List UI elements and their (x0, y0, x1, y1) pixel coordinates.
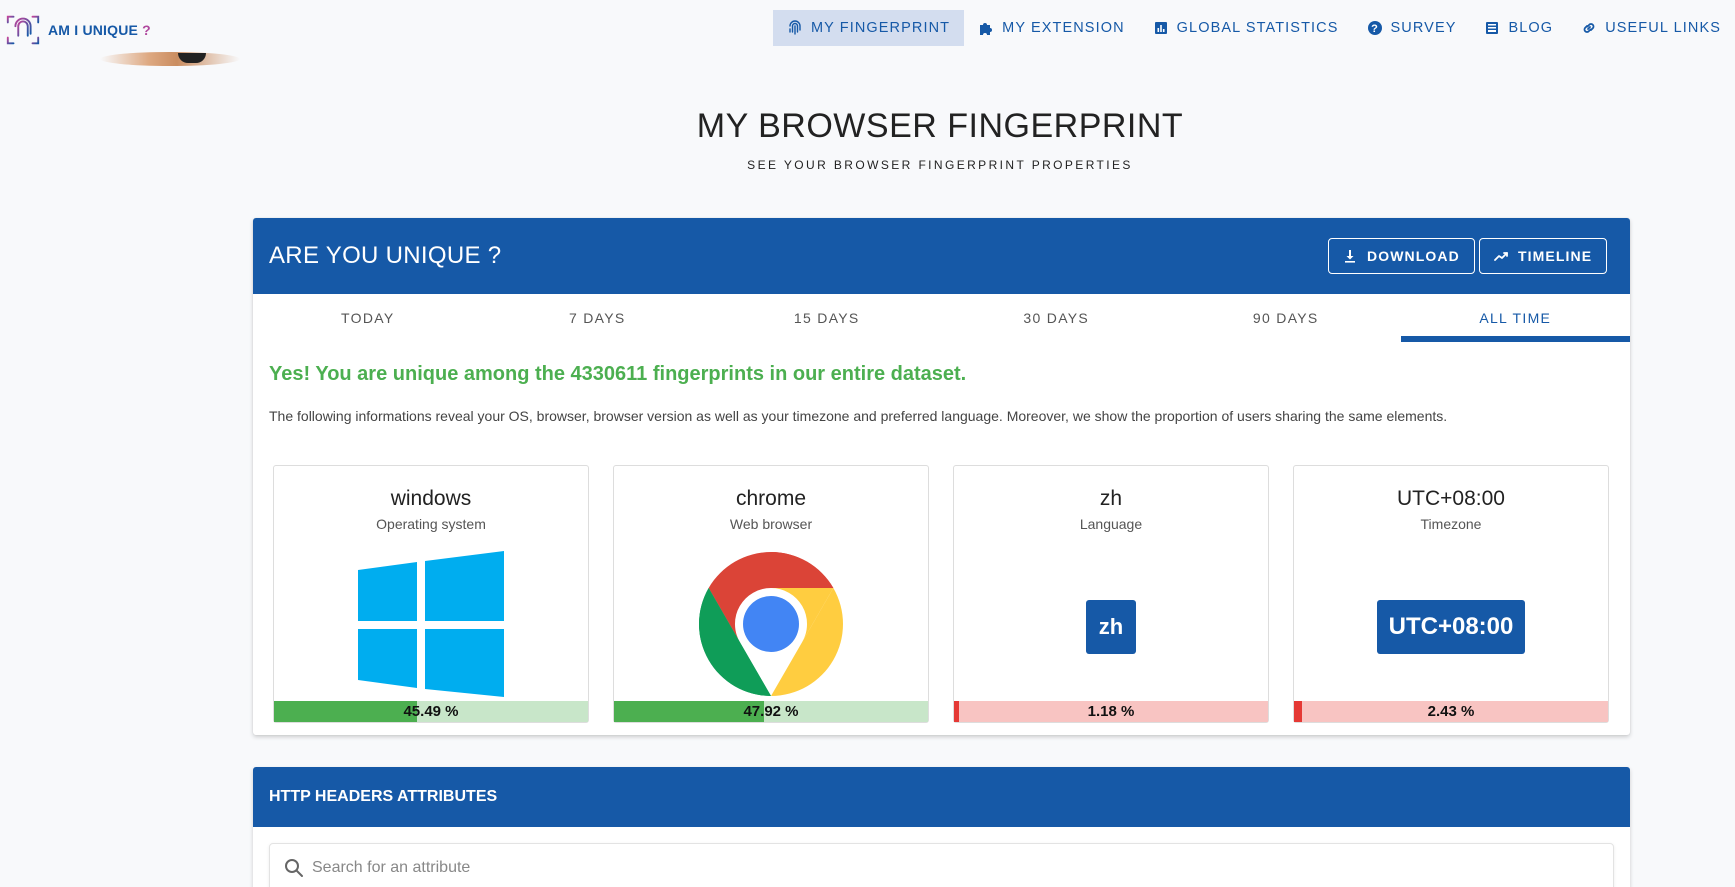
book-icon (1486, 22, 1499, 34)
windows-logo-icon (358, 551, 504, 697)
nav-my-fingerprint[interactable]: MY FINGERPRINT (772, 10, 965, 46)
share-bar: 47.92 % (614, 701, 928, 722)
logo-text: AM I UNIQUE ? (48, 22, 151, 38)
tile-value: chrome (735, 487, 807, 510)
decorative-smear (100, 52, 240, 66)
search-icon (285, 859, 303, 877)
http-headers-title: HTTP HEADERS ATTRIBUTES (253, 767, 1630, 827)
download-icon (1345, 250, 1355, 263)
timeline-label: TIMELINE (1518, 248, 1593, 264)
timezone-badge: UTC+08:00 (1377, 600, 1525, 654)
tile-timezone: UTC+08:00 Timezone UTC+08:00 2.43 % (1293, 465, 1609, 723)
tile-value: windows (390, 487, 472, 510)
fingerprint-icon (789, 20, 801, 35)
unique-message: Yes! You are unique among the 4330611 fi… (269, 363, 967, 385)
share-percent: 47.92 % (743, 703, 799, 720)
info-text: The following informations reveal your O… (269, 408, 1448, 424)
tile-value: zh (1099, 487, 1123, 510)
tile-operating-system: windows Operating system 45.49 % (273, 465, 589, 723)
tab-7-days[interactable]: 7 DAYS (483, 294, 713, 342)
nav-label: MY FINGERPRINT (810, 20, 951, 36)
top-bar: AM I UNIQUE ? MY FINGERPRINT MY EXTENSIO… (0, 0, 1735, 66)
download-button[interactable]: DOWNLOAD (1328, 238, 1475, 274)
svg-text:?: ? (1371, 23, 1379, 35)
nav-label: BLOG (1508, 20, 1554, 36)
main-nav: MY FINGERPRINT MY EXTENSION GLOBAL STATI… (772, 10, 1735, 46)
card-title: ARE YOU UNIQUE ? (269, 242, 502, 269)
page-subtitle: SEE YOUR BROWSER FINGERPRINT PROPERTIES (747, 158, 1133, 172)
puzzle-icon (980, 23, 993, 35)
help-icon: ? (1367, 21, 1382, 35)
card-header: ARE YOU UNIQUE ? DOWNLOAD TIMELINE (253, 218, 1630, 294)
tile-web-browser: chrome Web browser 47.92 % (613, 465, 929, 723)
link-icon (1583, 23, 1595, 33)
http-headers-card: HTTP HEADERS ATTRIBUTES (253, 767, 1630, 887)
nav-label: GLOBAL STATISTICS (1176, 20, 1339, 36)
tile-value: UTC+08:00 (1397, 487, 1505, 510)
page-title: MY BROWSER FINGERPRINT (696, 107, 1184, 145)
nav-blog[interactable]: BLOG (1470, 10, 1567, 46)
tile-label: Timezone (1420, 516, 1482, 532)
tab-90-days[interactable]: 90 DAYS (1171, 294, 1401, 342)
download-label: DOWNLOAD (1367, 248, 1460, 264)
attribute-tiles: windows Operating system 45.49 % chrome … (273, 465, 1609, 723)
share-percent: 45.49 % (403, 703, 459, 720)
tile-language: zh Language zh 1.18 % (953, 465, 1269, 723)
chart-icon (1154, 22, 1167, 34)
site-logo[interactable]: AM I UNIQUE ? (4, 10, 151, 50)
nav-label: MY EXTENSION (1002, 20, 1125, 36)
nav-global-statistics[interactable]: GLOBAL STATISTICS (1139, 10, 1353, 46)
tab-today[interactable]: TODAY (253, 294, 483, 342)
tab-30-days[interactable]: 30 DAYS (942, 294, 1172, 342)
attribute-search[interactable] (269, 843, 1614, 887)
share-bar: 45.49 % (274, 701, 588, 722)
tile-label: Web browser (729, 516, 813, 532)
share-bar: 2.43 % (1294, 701, 1608, 722)
tile-label: Language (1079, 516, 1143, 532)
nav-survey[interactable]: ? SURVEY (1353, 10, 1471, 46)
share-percent: 2.43 % (1427, 703, 1475, 720)
search-input[interactable] (312, 859, 1509, 877)
tile-label: Operating system (376, 516, 486, 532)
tab-all-time[interactable]: ALL TIME (1400, 294, 1631, 342)
share-percent: 1.18 % (1087, 703, 1135, 720)
chrome-logo-icon (699, 552, 843, 696)
nav-label: USEFUL LINKS (1605, 20, 1721, 36)
trending-icon (1494, 252, 1508, 261)
nav-useful-links[interactable]: USEFUL LINKS (1567, 10, 1735, 46)
share-bar: 1.18 % (954, 701, 1268, 722)
nav-my-extension[interactable]: MY EXTENSION (964, 10, 1139, 46)
tab-15-days[interactable]: 15 DAYS (712, 294, 942, 342)
fingerprint-logo-icon (6, 15, 40, 45)
timeline-button[interactable]: TIMELINE (1479, 238, 1608, 274)
uniqueness-card: ARE YOU UNIQUE ? DOWNLOAD TIMELINE TODAY… (253, 218, 1630, 735)
nav-label: SURVEY (1390, 20, 1457, 36)
period-tabs: TODAY 7 DAYS 15 DAYS 30 DAYS 90 DAYS ALL… (253, 294, 1630, 342)
language-badge: zh (1086, 600, 1136, 654)
